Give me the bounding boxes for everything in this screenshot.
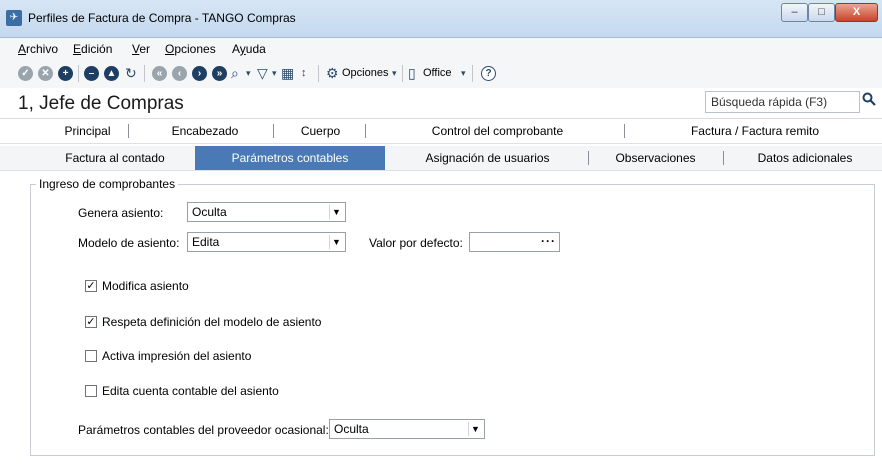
checkbox-activa-impresion[interactable] — [85, 350, 97, 362]
tab-factura-contado[interactable]: Factura al contado — [40, 146, 190, 170]
chevron-down-icon[interactable]: ▾ — [392, 65, 397, 81]
check-icon[interactable]: ✓ — [18, 66, 33, 81]
first-record-icon[interactable]: « — [152, 66, 167, 81]
next-record-icon[interactable]: › — [192, 66, 207, 81]
genera-asiento-value: Oculta — [192, 205, 227, 219]
tab-separator — [588, 151, 589, 165]
menu-ayuda[interactable]: Ayuda — [232, 42, 266, 56]
form-content: Ingreso de comprobantes Genera asiento: … — [0, 172, 882, 473]
toolbar-separator — [402, 65, 403, 82]
tab-row-primary: Principal Encabezado Cuerpo Control del … — [0, 119, 882, 144]
toolbar: ✓ ✕ + – ▲ ↻ « ‹ › » ⌕ ▾ ▽ ▾ ▦ ↕ ⚙ Opcion… — [0, 58, 882, 89]
tab-separator — [365, 124, 366, 138]
checkbox-label: Respeta definición del modelo de asiento — [102, 315, 322, 329]
checkbox-label: Edita cuenta contable del asiento — [102, 384, 279, 398]
chevron-down-icon[interactable]: ▾ — [246, 65, 251, 81]
tab-row-secondary: Factura al contado Parámetros contables … — [0, 146, 882, 171]
checkbox-modifica-asiento[interactable]: ✓ — [85, 280, 97, 292]
menu-archivo[interactable]: Archivo — [18, 42, 58, 56]
chevron-down-icon[interactable]: ▾ — [272, 65, 277, 81]
tab-principal[interactable]: Principal — [40, 119, 135, 143]
add-icon[interactable]: + — [58, 66, 73, 81]
chevron-down-icon[interactable]: ▼ — [468, 422, 482, 436]
tab-datos-adicionales[interactable]: Datos adicionales — [730, 146, 880, 170]
tab-separator — [723, 151, 724, 165]
tab-parametros-contables[interactable]: Parámetros contables — [195, 146, 385, 170]
toolbar-separator — [318, 65, 319, 82]
binoculars-icon[interactable]: ⌕ — [231, 65, 239, 81]
minimize-button[interactable]: – — [781, 3, 808, 22]
checkbox-label: Activa impresión del asiento — [102, 349, 252, 363]
last-record-icon[interactable]: » — [212, 66, 227, 81]
sort-icon[interactable]: ↕ — [301, 65, 307, 81]
opciones-button[interactable]: Opciones — [342, 67, 388, 79]
close-button[interactable]: X — [835, 3, 878, 22]
checkbox-edita-cuenta[interactable] — [85, 385, 97, 397]
menu-bar: Archivo Edición Ver Opciones Ayuda — [0, 38, 882, 58]
checkbox-label: Modifica asiento — [102, 279, 189, 293]
cancel-icon[interactable]: ✕ — [38, 66, 53, 81]
proveedor-ocasional-value: Oculta — [334, 422, 369, 436]
checkbox-respeta-definicion[interactable]: ✓ — [85, 316, 97, 328]
menu-opciones[interactable]: Opciones — [165, 42, 216, 56]
tab-separator — [624, 124, 625, 138]
tab-cuerpo[interactable]: Cuerpo — [278, 119, 363, 143]
modelo-asiento-label: Modelo de asiento: — [78, 236, 180, 250]
tab-control-comprobante[interactable]: Control del comprobante — [380, 119, 615, 143]
proveedor-ocasional-label: Parámetros contables del proveedor ocasi… — [78, 423, 329, 437]
up-icon[interactable]: ▲ — [104, 66, 119, 81]
filter-icon[interactable]: ▽ — [257, 65, 268, 81]
remove-icon[interactable]: – — [84, 66, 99, 81]
record-header: 1, Jefe de Compras Búsqueda rápida (F3) — [0, 88, 882, 119]
tab-separator — [273, 124, 274, 138]
refresh-icon[interactable]: ↻ — [125, 65, 137, 81]
chevron-down-icon[interactable]: ▾ — [461, 65, 466, 81]
previous-record-icon[interactable]: ‹ — [172, 66, 187, 81]
tab-encabezado[interactable]: Encabezado — [140, 119, 270, 143]
toolbar-separator — [78, 65, 79, 82]
window-title: Perfiles de Factura de Compra - TANGO Co… — [28, 11, 296, 25]
page-title: 1, Jefe de Compras — [18, 93, 184, 114]
gear-icon[interactable]: ⚙ — [326, 65, 339, 81]
search-icon[interactable] — [862, 92, 878, 110]
title-bar: ✈ Perfiles de Factura de Compra - TANGO … — [0, 0, 882, 38]
modelo-asiento-value: Edita — [192, 235, 220, 249]
search-input[interactable]: Búsqueda rápida (F3) — [705, 91, 860, 113]
toolbar-separator — [472, 65, 473, 82]
menu-edicion[interactable]: Edición — [73, 42, 112, 56]
modelo-asiento-select[interactable]: Edita ▼ — [187, 232, 346, 252]
valor-defecto-label: Valor por defecto: — [369, 236, 463, 250]
toolbar-separator — [144, 65, 145, 82]
maximize-button[interactable]: □ — [808, 3, 835, 22]
chevron-down-icon[interactable]: ▼ — [329, 205, 343, 219]
grid-icon[interactable]: ▦ — [281, 65, 294, 81]
office-button[interactable]: Office — [423, 67, 452, 79]
genera-asiento-select[interactable]: Oculta ▼ — [187, 202, 346, 222]
tab-separator — [128, 124, 129, 138]
valor-defecto-field[interactable]: ··· — [469, 232, 560, 252]
ellipsis-button[interactable]: ··· — [541, 234, 556, 248]
genera-asiento-label: Genera asiento: — [78, 206, 164, 220]
app-icon: ✈ — [6, 10, 22, 26]
menu-ver[interactable]: Ver — [132, 42, 150, 56]
chevron-down-icon[interactable]: ▼ — [329, 235, 343, 249]
help-icon[interactable]: ? — [481, 66, 496, 81]
tab-observaciones[interactable]: Observaciones — [593, 146, 718, 170]
proveedor-ocasional-select[interactable]: Oculta ▼ — [329, 419, 485, 439]
group-title: Ingreso de comprobantes — [36, 177, 179, 191]
tab-asignacion-usuarios[interactable]: Asignación de usuarios — [395, 146, 580, 170]
tab-factura-remito[interactable]: Factura / Factura remito — [630, 119, 880, 143]
office-icon[interactable]: ▯ — [408, 65, 416, 81]
